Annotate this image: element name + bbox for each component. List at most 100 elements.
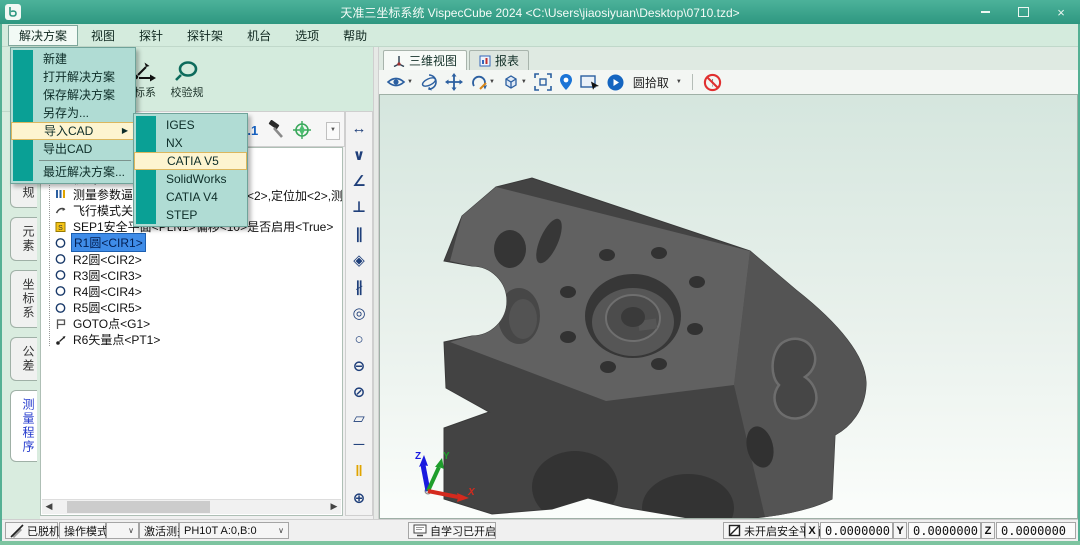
tree-row[interactable]: R6矢量点<PT1> (41, 332, 342, 348)
tree-row[interactable]: GOTO点<G1> (41, 316, 342, 332)
menu-item-4[interactable]: 探针架 (176, 25, 234, 46)
dropdown-caret-icon: ∨ (278, 526, 284, 535)
locate-pin-button[interactable] (559, 73, 573, 91)
locate-pin-icon (559, 73, 573, 91)
tree-row[interactable]: R1圆<CIR1> (41, 235, 342, 251)
distance-icon[interactable]: ↔ (346, 115, 372, 141)
position-point-icon[interactable]: ◈ (346, 247, 372, 273)
side-tab-4[interactable]: 公差 (10, 337, 37, 381)
zoom-fit-button[interactable] (534, 73, 552, 91)
symmetry-icon[interactable]: ⊖ (346, 353, 372, 379)
angle-between-icon[interactable]: ∨ (346, 141, 372, 167)
select-window-button[interactable] (580, 74, 600, 90)
goto-point-icon (54, 318, 67, 330)
runout-icon[interactable]: ⊘ (346, 379, 372, 405)
play-icon (607, 74, 624, 91)
menu-item-1[interactable]: 解决方案 (8, 25, 78, 46)
side-tab-5[interactable]: 测量程序 (10, 390, 37, 462)
menu-separator (39, 160, 131, 161)
side-tab-strip: 校验规元素坐标系公差测量程序 (10, 150, 40, 471)
scroll-right-arrow-icon[interactable]: ▶ (327, 500, 341, 514)
scroll-left-arrow-icon[interactable]: ◀ (42, 500, 56, 514)
solution-menu-item-1[interactable]: 新建 (11, 50, 135, 68)
tree-row[interactable]: R2圆<CIR2> (41, 251, 342, 267)
app-logo-icon (5, 4, 21, 20)
cad-submenu-item-1[interactable]: IGES (134, 116, 247, 134)
view-eye-button[interactable]: ▼ (386, 74, 413, 90)
3d-viewport[interactable]: ZYX (379, 94, 1078, 519)
view-tab-1[interactable]: 三维视图 (383, 50, 467, 70)
circle-feature-icon (54, 302, 67, 314)
pan-move-icon (445, 73, 463, 91)
menu-item-2[interactable]: 视图 (80, 25, 126, 46)
maximize-button[interactable] (1012, 3, 1034, 21)
parallel-lines-icon[interactable]: ‖ (346, 458, 372, 484)
minimize-button[interactable] (974, 3, 996, 21)
side-tab-3[interactable]: 坐标系 (10, 270, 37, 328)
toolbar-overflow-button[interactable]: ▼ (326, 122, 340, 140)
cad-submenu-item-5[interactable]: CATIA V4 (134, 188, 247, 206)
svg-text:Y: Y (443, 451, 450, 462)
tree-row[interactable]: R4圆<CIR4> (41, 283, 342, 299)
window-left-edge (0, 24, 2, 545)
coord-x-value: 0.0000000 (820, 522, 893, 539)
solution-menu-item-8[interactable]: 最近解决方案... (11, 163, 135, 181)
coord-x-label: X (805, 522, 819, 539)
tree-row-label: R2圆<CIR2> (71, 251, 144, 268)
pan-move-button[interactable] (445, 73, 463, 91)
angularity-icon[interactable]: ∦ (346, 273, 372, 299)
solution-menu-item-5[interactable]: 导入CAD▶ (11, 122, 135, 140)
angle-icon[interactable]: ∠ (346, 168, 372, 194)
solution-menu-item-2[interactable]: 打开解决方案 (11, 68, 135, 86)
circle-pick-button[interactable]: 圆拾取▼ (631, 74, 682, 91)
cad-part-model[interactable] (380, 95, 1077, 518)
play-button[interactable] (607, 74, 624, 91)
operation-mode-select[interactable]: ∨ (106, 522, 139, 539)
gauge-check-button[interactable]: 校验规 (164, 56, 210, 100)
menu-item-7[interactable]: 帮助 (332, 25, 378, 46)
tree-row[interactable]: R3圆<CIR3> (41, 267, 342, 283)
cad-submenu-item-4[interactable]: SolidWorks (134, 170, 247, 188)
tree-row[interactable]: R5圆<CIR5> (41, 300, 342, 316)
rotate-edit-button[interactable]: ▼ (470, 73, 495, 91)
rotate-edit-icon (470, 73, 488, 91)
scrollbar-track[interactable] (56, 500, 327, 514)
solution-menu-item-4[interactable]: 另存为... (11, 104, 135, 122)
orbit-rotate-button[interactable] (420, 73, 438, 91)
parallelism-icon[interactable]: ∥ (346, 221, 372, 247)
roundness-icon[interactable]: ○ (346, 326, 372, 352)
scrollbar-thumb[interactable] (67, 501, 211, 513)
solution-menu-item-6[interactable]: 导出CAD (11, 140, 135, 158)
zoom-fit-icon (534, 73, 552, 91)
import-cad-submenu: IGESNXCATIA V5SolidWorksCATIA V4STEP (133, 113, 248, 227)
no-collision-button[interactable]: ! (703, 73, 722, 92)
cad-submenu-item-3[interactable]: CATIA V5 (134, 152, 247, 170)
concentricity-icon[interactable]: ◎ (346, 300, 372, 326)
tree-row-label: R6矢量点<PT1> (71, 331, 162, 348)
active-probe-value: PH10T A:0,B:0 (184, 525, 257, 537)
safety-plane-status: 未开启安全平面 (723, 522, 805, 539)
cad-submenu-item-2[interactable]: NX (134, 134, 247, 152)
cad-submenu-item-6[interactable]: STEP (134, 206, 247, 224)
position-target-icon[interactable] (291, 119, 313, 141)
side-tab-2[interactable]: 元素 (10, 217, 37, 261)
menu-item-5[interactable]: 机台 (236, 25, 282, 46)
flatness-icon[interactable]: ▱ (346, 405, 372, 431)
self-learning-status[interactable]: 自学习已开启 (408, 522, 496, 539)
perpendicularity-icon[interactable]: ⊥ (346, 194, 372, 220)
submenu-arrow-icon: ▶ (122, 123, 128, 139)
cube-view-button[interactable]: ▼ (502, 73, 527, 91)
straightness-icon[interactable]: ─ (346, 432, 372, 458)
tree-horizontal-scrollbar[interactable]: ◀ ▶ (42, 499, 341, 514)
active-probe-select[interactable]: PH10T A:0,B:0 ∨ (179, 522, 289, 539)
close-button[interactable]: × (1050, 3, 1072, 21)
menu-item-3[interactable]: 探针 (128, 25, 174, 46)
menu-bar: 解决方案视图探针探针架机台选项帮助 (0, 24, 1080, 47)
circle-feature-icon (54, 269, 67, 281)
view-tab-2[interactable]: 报表 (469, 50, 529, 70)
dropdown-caret-icon: ▼ (407, 79, 413, 85)
hammer-icon[interactable] (265, 119, 287, 141)
solution-menu-item-3[interactable]: 保存解决方案 (11, 86, 135, 104)
menu-item-6[interactable]: 选项 (284, 25, 330, 46)
true-position-icon[interactable]: ⊕ (346, 484, 372, 510)
